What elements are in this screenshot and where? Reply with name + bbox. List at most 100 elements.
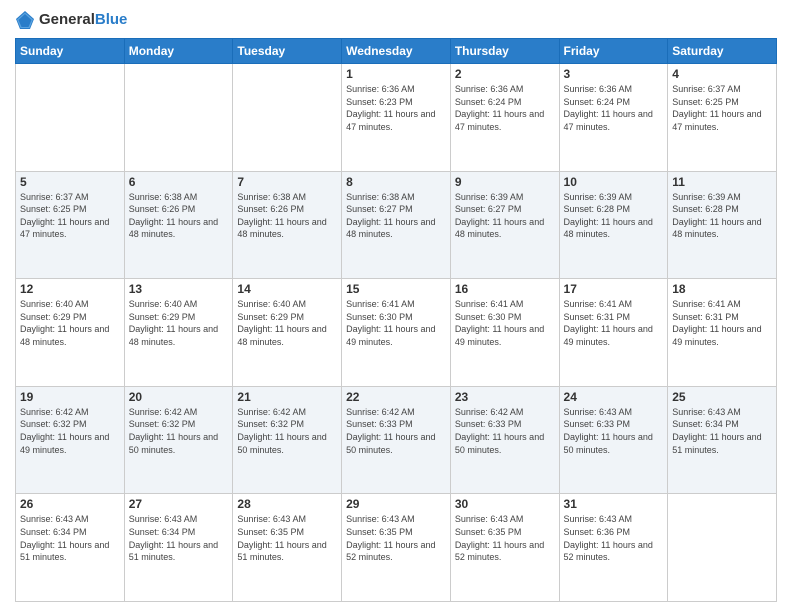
day-number: 14 <box>237 282 337 296</box>
calendar-cell: 23Sunrise: 6:42 AMSunset: 6:33 PMDayligh… <box>450 386 559 494</box>
day-number: 4 <box>672 67 772 81</box>
day-number: 15 <box>346 282 446 296</box>
day-info: Sunrise: 6:41 AMSunset: 6:31 PMDaylight:… <box>672 298 772 348</box>
calendar-cell: 15 Sunrise: 6:41 AMSunset: 6:30 PMDayligh… <box>342 279 451 387</box>
day-number: 2 <box>455 67 555 81</box>
calendar-cell: 29 Sunrise: 6:43 AMSunset: 6:35 PMDayligh… <box>342 494 451 602</box>
calendar-cell: 2 Sunrise: 6:36 AMSunset: 6:24 PMDaylight… <box>450 64 559 172</box>
day-number: 22 <box>346 390 446 404</box>
day-number: 31 <box>564 497 664 511</box>
weekday-header: Wednesday <box>342 39 451 64</box>
header: GeneralBlue <box>15 10 777 30</box>
calendar-cell: 13 Sunrise: 6:40 AMSunset: 6:29 PMDayligh… <box>124 279 233 387</box>
logo-icon <box>15 10 35 30</box>
day-number: 12 <box>20 282 120 296</box>
day-info: Sunrise: 6:37 AMSunset: 6:25 PMDaylight:… <box>672 83 772 133</box>
day-info: Sunrise: 6:41 AMSunset: 6:30 PMDaylight:… <box>455 298 555 348</box>
weekday-header: Thursday <box>450 39 559 64</box>
day-info: Sunrise: 6:43 AMSunset: 6:35 PMDaylight:… <box>237 513 337 563</box>
calendar-cell: 6 Sunrise: 6:38 AMSunset: 6:26 PMDaylight… <box>124 171 233 279</box>
weekday-header-row: SundayMondayTuesdayWednesdayThursdayFrid… <box>16 39 777 64</box>
calendar-cell: 8 Sunrise: 6:38 AMSunset: 6:27 PMDaylight… <box>342 171 451 279</box>
day-info: Sunrise: 6:38 AMSunset: 6:27 PMDaylight:… <box>346 191 446 241</box>
day-number: 5 <box>20 175 120 189</box>
calendar-cell: 14 Sunrise: 6:40 AMSunset: 6:29 PMDayligh… <box>233 279 342 387</box>
day-number: 18 <box>672 282 772 296</box>
day-info: Sunrise: 6:43 AMSunset: 6:34 PMDaylight:… <box>20 513 120 563</box>
day-number: 24 <box>564 390 664 404</box>
day-info: Sunrise: 6:42 AMSunset: 6:32 PMDaylight:… <box>20 406 120 456</box>
day-info: Sunrise: 6:40 AMSunset: 6:29 PMDaylight:… <box>237 298 337 348</box>
calendar-week-row: 26 Sunrise: 6:43 AMSunset: 6:34 PMDayligh… <box>16 494 777 602</box>
day-info: Sunrise: 6:42 AMSunset: 6:32 PMDaylight:… <box>237 406 337 456</box>
calendar-cell: 21Sunrise: 6:42 AMSunset: 6:32 PMDayligh… <box>233 386 342 494</box>
calendar: SundayMondayTuesdayWednesdayThursdayFrid… <box>15 38 777 602</box>
day-info: Sunrise: 6:42 AMSunset: 6:32 PMDaylight:… <box>129 406 229 456</box>
weekday-header: Sunday <box>16 39 125 64</box>
calendar-cell <box>16 64 125 172</box>
calendar-cell <box>668 494 777 602</box>
calendar-week-row: 19 Sunrise: 6:42 AMSunset: 6:32 PMDayligh… <box>16 386 777 494</box>
day-number: 25 <box>672 390 772 404</box>
day-number: 8 <box>346 175 446 189</box>
calendar-cell: 27 Sunrise: 6:43 AMSunset: 6:34 PMDayligh… <box>124 494 233 602</box>
calendar-cell: 1Sunrise: 6:36 AMSunset: 6:23 PMDaylight… <box>342 64 451 172</box>
calendar-week-row: 12 Sunrise: 6:40 AMSunset: 6:29 PMDayligh… <box>16 279 777 387</box>
calendar-cell: 22 Sunrise: 6:42 AMSunset: 6:33 PMDayligh… <box>342 386 451 494</box>
day-number: 29 <box>346 497 446 511</box>
day-number: 17 <box>564 282 664 296</box>
day-info: Sunrise: 6:36 AMSunset: 6:24 PMDaylight:… <box>564 83 664 133</box>
day-info: Sunrise: 6:42 AMSunset: 6:33 PMDaylight:… <box>346 406 446 456</box>
day-number: 10 <box>564 175 664 189</box>
day-info: Sunrise: 6:36 AMSunset: 6:24 PMDaylight:… <box>455 83 555 133</box>
day-number: 7 <box>237 175 337 189</box>
calendar-cell: 17 Sunrise: 6:41 AMSunset: 6:31 PMDayligh… <box>559 279 668 387</box>
logo-text: GeneralBlue <box>39 12 127 29</box>
calendar-cell: 30Sunrise: 6:43 AMSunset: 6:35 PMDayligh… <box>450 494 559 602</box>
day-number: 11 <box>672 175 772 189</box>
day-info: Sunrise: 6:41 AMSunset: 6:31 PMDaylight:… <box>564 298 664 348</box>
calendar-cell: 16 Sunrise: 6:41 AMSunset: 6:30 PMDayligh… <box>450 279 559 387</box>
calendar-cell: 7 Sunrise: 6:38 AMSunset: 6:26 PMDaylight… <box>233 171 342 279</box>
weekday-header: Tuesday <box>233 39 342 64</box>
weekday-header: Friday <box>559 39 668 64</box>
calendar-cell: 31 Sunrise: 6:43 AMSunset: 6:36 PMDayligh… <box>559 494 668 602</box>
day-number: 13 <box>129 282 229 296</box>
calendar-cell: 19 Sunrise: 6:42 AMSunset: 6:32 PMDayligh… <box>16 386 125 494</box>
weekday-header: Saturday <box>668 39 777 64</box>
calendar-cell: 9Sunrise: 6:39 AMSunset: 6:27 PMDaylight… <box>450 171 559 279</box>
day-info: Sunrise: 6:43 AMSunset: 6:35 PMDaylight:… <box>346 513 446 563</box>
day-info: Sunrise: 6:39 AMSunset: 6:28 PMDaylight:… <box>564 191 664 241</box>
calendar-cell <box>233 64 342 172</box>
page: GeneralBlue SundayMondayTuesdayWednesday… <box>0 0 792 612</box>
calendar-cell: 24 Sunrise: 6:43 AMSunset: 6:33 PMDayligh… <box>559 386 668 494</box>
calendar-week-row: 1Sunrise: 6:36 AMSunset: 6:23 PMDaylight… <box>16 64 777 172</box>
day-number: 16 <box>455 282 555 296</box>
weekday-header: Monday <box>124 39 233 64</box>
day-number: 26 <box>20 497 120 511</box>
calendar-week-row: 5 Sunrise: 6:37 AMSunset: 6:25 PMDaylight… <box>16 171 777 279</box>
day-number: 27 <box>129 497 229 511</box>
calendar-cell <box>124 64 233 172</box>
day-info: Sunrise: 6:43 AMSunset: 6:33 PMDaylight:… <box>564 406 664 456</box>
logo: GeneralBlue <box>15 10 127 30</box>
calendar-cell: 11Sunrise: 6:39 AMSunset: 6:28 PMDayligh… <box>668 171 777 279</box>
day-info: Sunrise: 6:43 AMSunset: 6:36 PMDaylight:… <box>564 513 664 563</box>
day-info: Sunrise: 6:38 AMSunset: 6:26 PMDaylight:… <box>129 191 229 241</box>
calendar-cell: 26 Sunrise: 6:43 AMSunset: 6:34 PMDayligh… <box>16 494 125 602</box>
day-info: Sunrise: 6:39 AMSunset: 6:27 PMDaylight:… <box>455 191 555 241</box>
day-info: Sunrise: 6:43 AMSunset: 6:34 PMDaylight:… <box>129 513 229 563</box>
day-info: Sunrise: 6:37 AMSunset: 6:25 PMDaylight:… <box>20 191 120 241</box>
calendar-cell: 10 Sunrise: 6:39 AMSunset: 6:28 PMDayligh… <box>559 171 668 279</box>
calendar-cell: 18 Sunrise: 6:41 AMSunset: 6:31 PMDayligh… <box>668 279 777 387</box>
day-number: 23 <box>455 390 555 404</box>
day-info: Sunrise: 6:43 AMSunset: 6:34 PMDaylight:… <box>672 406 772 456</box>
day-info: Sunrise: 6:41 AMSunset: 6:30 PMDaylight:… <box>346 298 446 348</box>
calendar-cell: 3Sunrise: 6:36 AMSunset: 6:24 PMDaylight… <box>559 64 668 172</box>
day-info: Sunrise: 6:38 AMSunset: 6:26 PMDaylight:… <box>237 191 337 241</box>
day-number: 19 <box>20 390 120 404</box>
calendar-cell: 4 Sunrise: 6:37 AMSunset: 6:25 PMDaylight… <box>668 64 777 172</box>
day-info: Sunrise: 6:40 AMSunset: 6:29 PMDaylight:… <box>129 298 229 348</box>
day-number: 6 <box>129 175 229 189</box>
day-number: 1 <box>346 67 446 81</box>
